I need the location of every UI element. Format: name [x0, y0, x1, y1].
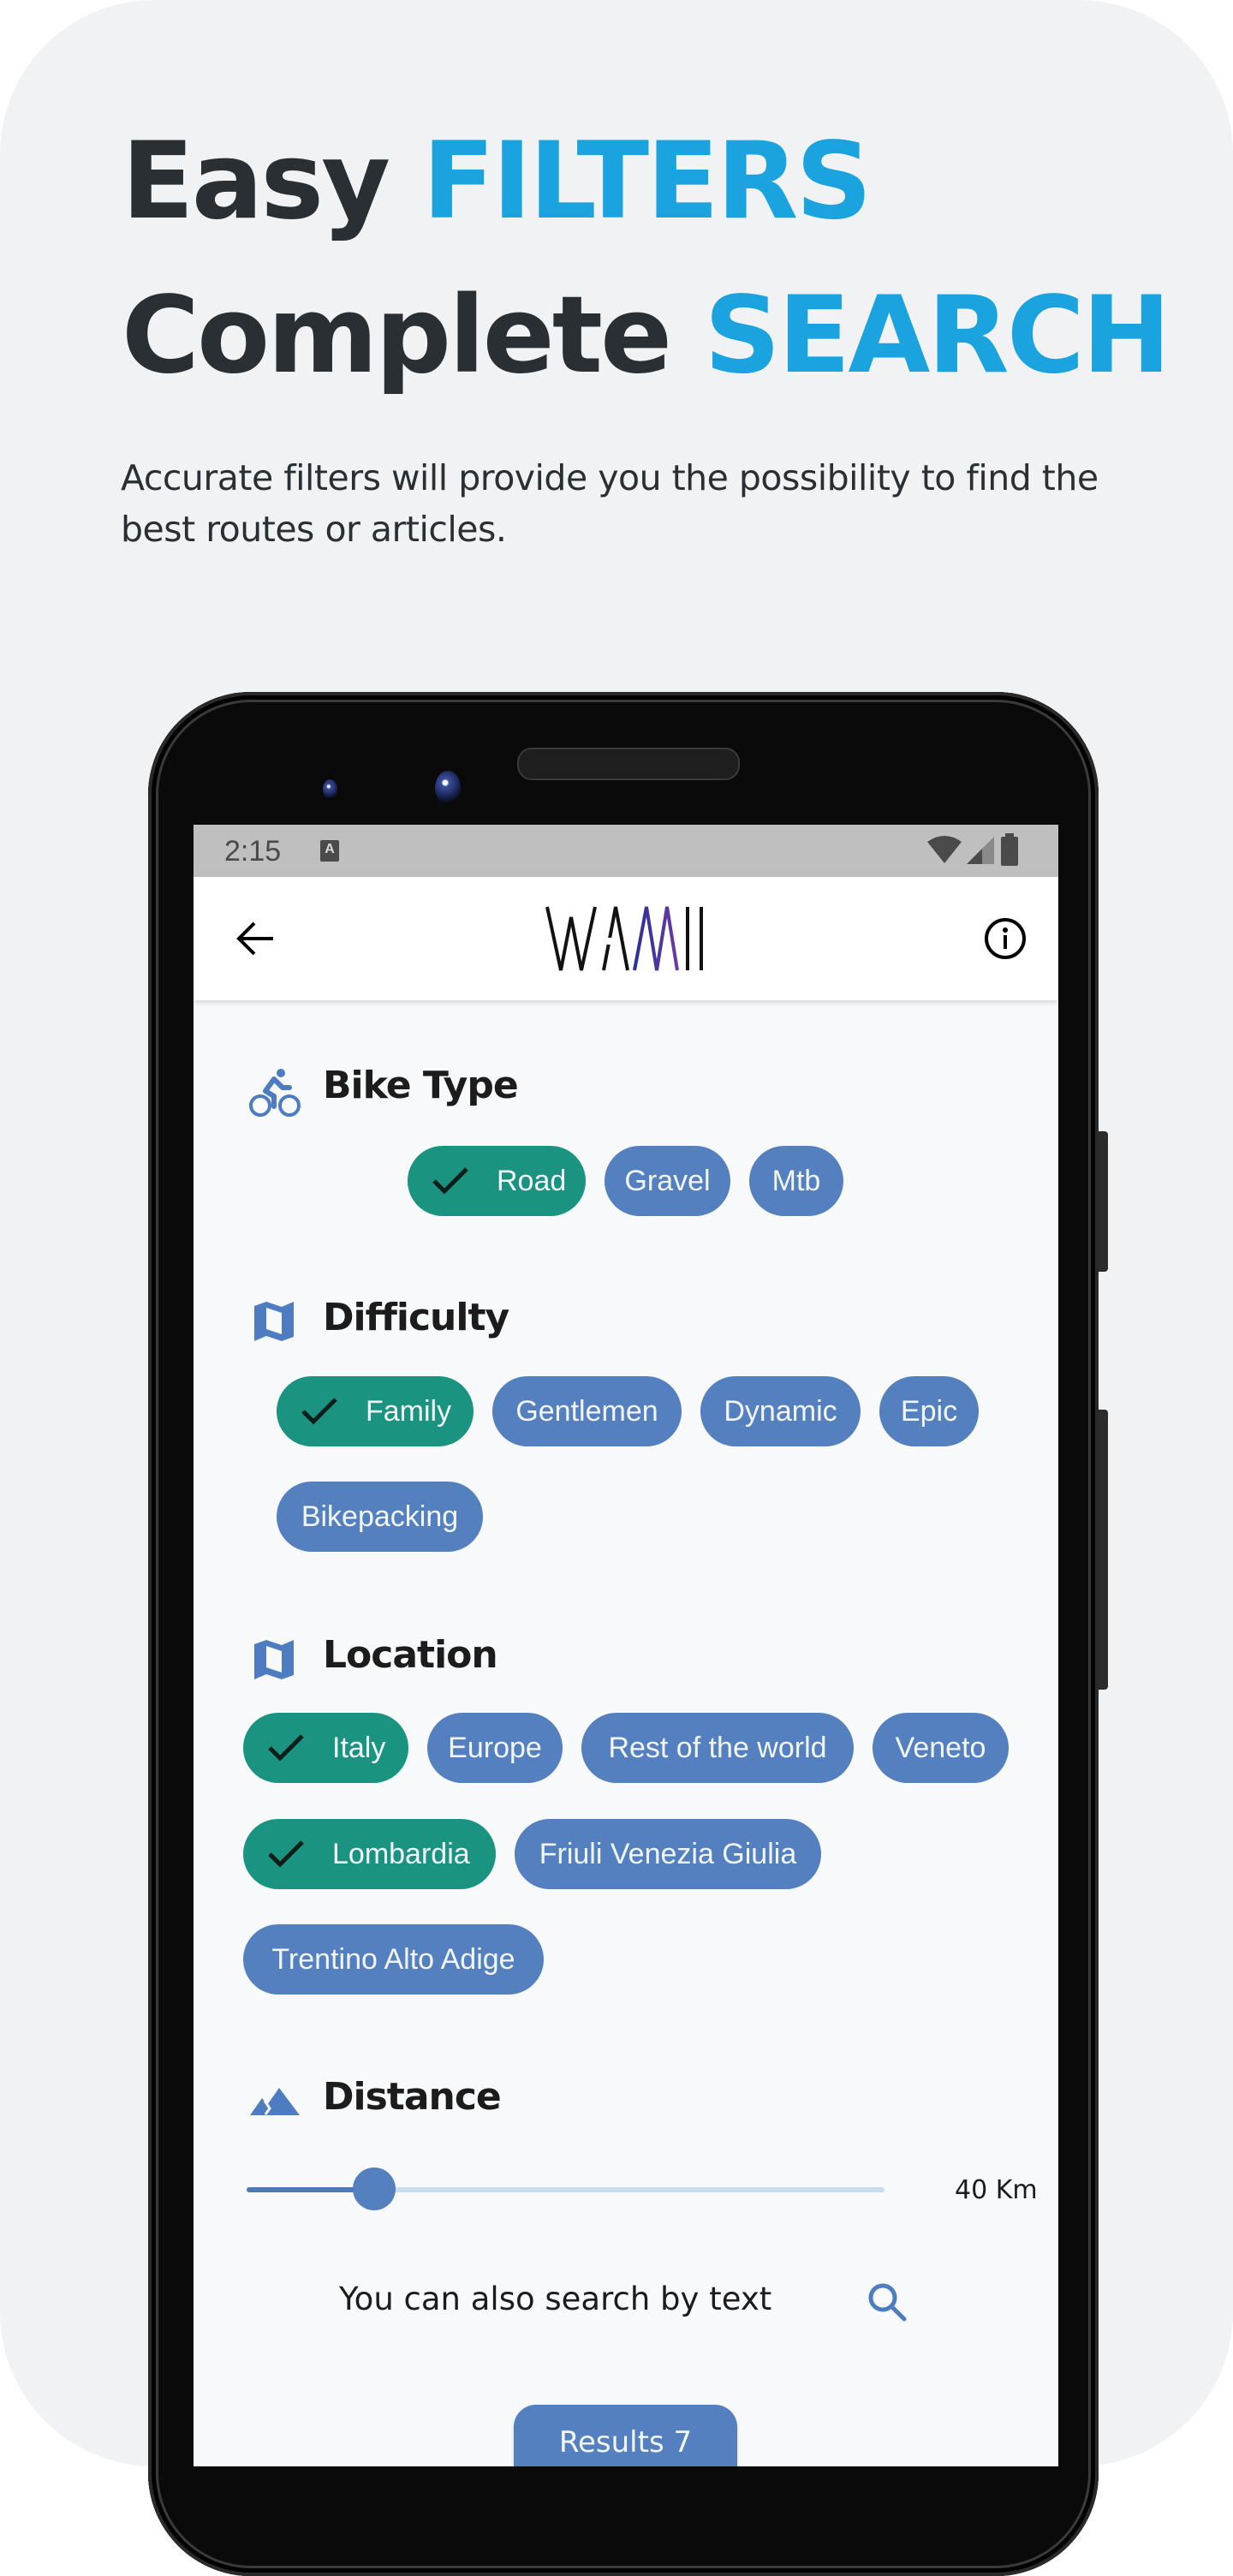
headline-plain-2: Complete — [122, 274, 672, 397]
chip-label: Gravel — [624, 1164, 711, 1197]
check-icon — [301, 1398, 337, 1425]
chip-europe[interactable]: Europe — [427, 1713, 563, 1783]
volume-button — [1099, 1410, 1108, 1690]
chip-dynamic[interactable]: Dynamic — [700, 1376, 861, 1446]
info-button[interactable] — [980, 913, 1031, 964]
front-camera — [435, 771, 461, 805]
results-button[interactable]: Results 7 — [514, 2405, 737, 2466]
chip-label: Mtb — [771, 1164, 821, 1197]
section-title-distance: Distance — [323, 2075, 502, 2119]
check-icon — [432, 1167, 468, 1195]
chip-label: Dynamic — [724, 1394, 837, 1428]
search-by-text-label[interactable]: You can also search by text — [339, 2281, 771, 2317]
front-sensor — [323, 779, 337, 800]
status-time: 2:15 — [224, 835, 282, 868]
promo-subtitle: Accurate filters will provide you the po… — [121, 457, 1099, 550]
chip-label: Europe — [448, 1731, 542, 1764]
back-button[interactable] — [229, 913, 281, 964]
section-title-difficulty: Difficulty — [323, 1296, 509, 1339]
map-icon — [254, 1640, 294, 1679]
chip-label: Rest of the world — [608, 1731, 827, 1764]
headline-accent-1: FILTERS — [422, 120, 872, 243]
power-button — [1099, 1131, 1108, 1272]
earpiece-speaker — [517, 748, 740, 780]
chip-veneto[interactable]: Veneto — [873, 1713, 1009, 1783]
battery-icon — [1001, 833, 1018, 866]
check-icon — [268, 1734, 304, 1762]
chip-label: Lombardia — [332, 1837, 470, 1870]
chip-label: Family — [366, 1394, 452, 1428]
chip-label: Road — [497, 1164, 567, 1197]
distance-value: 40 Km — [955, 2175, 1038, 2205]
headline-line-2: Complete SEARCH — [122, 283, 1171, 389]
chip-label: Friuli Venezia Giulia — [539, 1837, 797, 1870]
chip-gentlemen[interactable]: Gentlemen — [492, 1376, 682, 1446]
distance-slider-thumb[interactable] — [353, 2168, 396, 2210]
chip-italy[interactable]: Italy — [243, 1713, 408, 1783]
mountain-icon — [250, 2088, 300, 2115]
headline-line-1: Easy FILTERS — [122, 128, 873, 235]
section-title-bike-type: Bike Type — [323, 1064, 519, 1107]
chip-label: Trentino Alto Adige — [271, 1942, 515, 1976]
app-bar: WAMII — [194, 877, 1058, 1000]
chip-label: Italy — [332, 1731, 386, 1764]
chip-label: Bikepacking — [301, 1500, 459, 1533]
section-title-location: Location — [323, 1633, 498, 1677]
search-button[interactable] — [861, 2276, 913, 2328]
chip-mtb[interactable]: Mtb — [749, 1146, 843, 1216]
chip-label: Gentlemen — [515, 1394, 658, 1428]
check-icon — [268, 1840, 304, 1868]
headline-accent-2: SEARCH — [704, 274, 1170, 397]
map-icon — [254, 1302, 294, 1341]
distance-slider[interactable] — [247, 2168, 885, 2210]
bike-icon — [249, 1069, 301, 1117]
wamii-logo — [545, 906, 703, 971]
chip-rest-of-the-world[interactable]: Rest of the world — [581, 1713, 854, 1783]
notification-icon: A — [320, 840, 339, 862]
chip-road[interactable]: Road — [408, 1146, 586, 1216]
headline-plain-1: Easy — [122, 120, 390, 243]
chip-friuli-venezia-giulia[interactable]: Friuli Venezia Giulia — [515, 1819, 821, 1889]
chip-label: Epic — [900, 1394, 958, 1428]
chip-epic[interactable]: Epic — [879, 1376, 979, 1446]
status-bar: 2:15 A — [194, 825, 1058, 877]
signal-icon — [967, 837, 994, 864]
wifi-icon — [927, 836, 962, 863]
chip-bikepacking[interactable]: Bikepacking — [277, 1482, 483, 1552]
chip-family[interactable]: Family — [277, 1376, 474, 1446]
search-icon — [868, 2283, 907, 2322]
results-label: Results 7 — [558, 2425, 693, 2460]
chip-lombardia[interactable]: Lombardia — [243, 1819, 496, 1889]
chip-trentino-alto-adige[interactable]: Trentino Alto Adige — [243, 1924, 544, 1995]
info-circle-icon — [985, 918, 1026, 959]
chip-gravel[interactable]: Gravel — [605, 1146, 730, 1216]
chip-label: Veneto — [895, 1731, 986, 1764]
arrow-left-icon — [236, 921, 273, 956]
app-screen: 2:15 A Bike Type Road Gravel Mtb Difficu… — [194, 825, 1058, 2466]
